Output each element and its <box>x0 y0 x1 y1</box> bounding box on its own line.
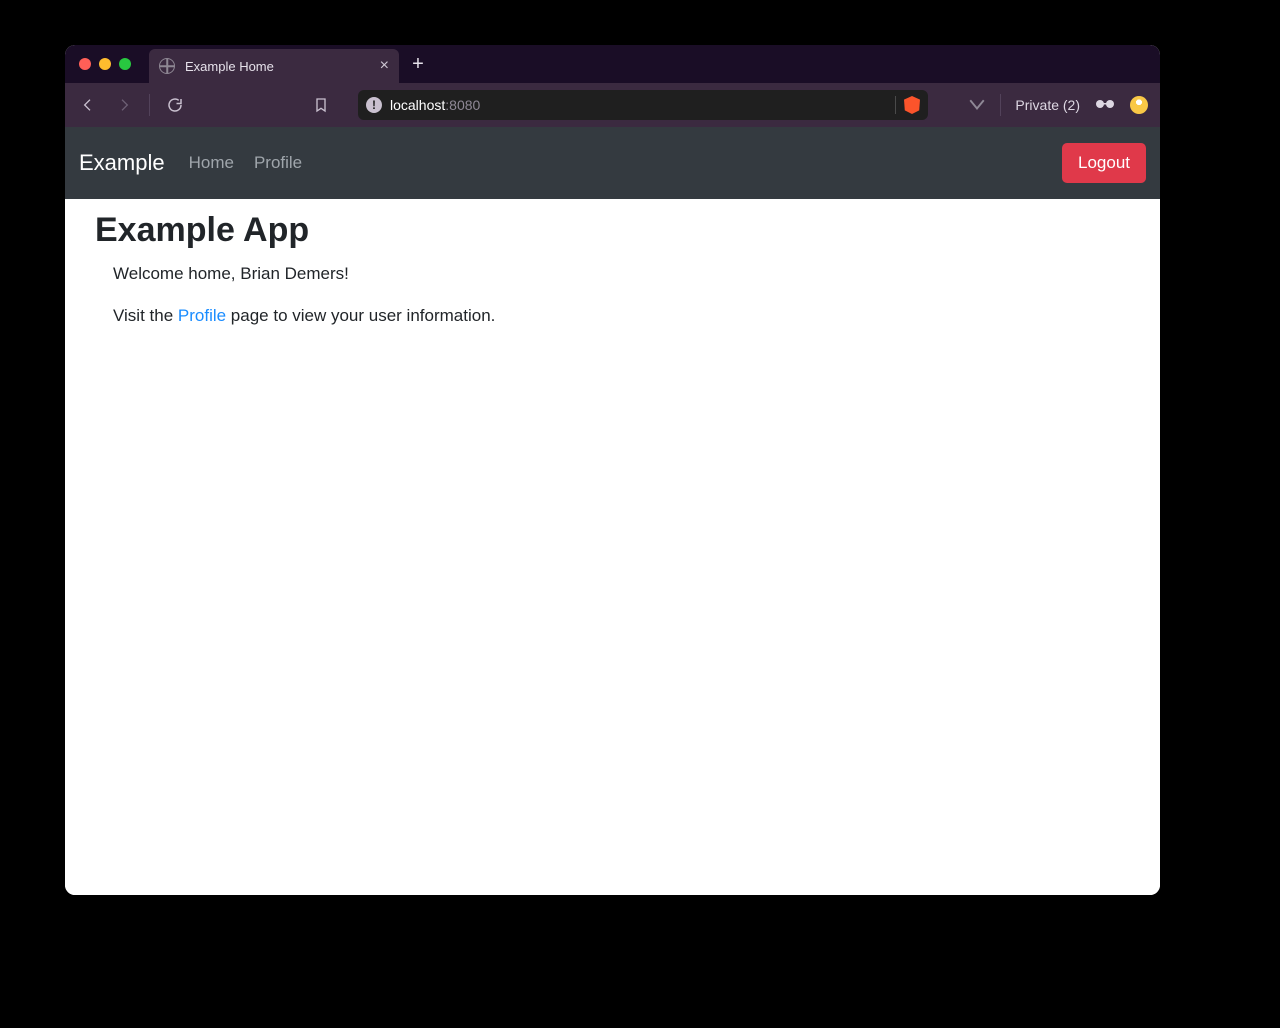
back-button[interactable] <box>77 94 99 116</box>
nav-profile[interactable]: Profile <box>254 153 302 173</box>
tab-strip: Example Home × + <box>65 45 1160 83</box>
page-title: Example App <box>95 211 1130 250</box>
window-controls <box>79 58 131 70</box>
profile-avatar[interactable] <box>1130 96 1148 114</box>
globe-icon <box>159 58 175 74</box>
browser-window: Example Home × + ! localhost:8080 <box>65 45 1160 895</box>
bookmark-button[interactable] <box>310 94 332 116</box>
incognito-icon <box>1094 97 1116 113</box>
brand[interactable]: Example <box>79 150 165 176</box>
maximize-window-button[interactable] <box>119 58 131 70</box>
url-host: localhost:8080 <box>390 97 480 113</box>
vpn-icon[interactable] <box>968 95 986 116</box>
new-tab-button[interactable]: + <box>403 49 433 79</box>
toolbar-divider <box>149 94 150 116</box>
site-info-icon[interactable]: ! <box>366 97 382 113</box>
address-bar[interactable]: ! localhost:8080 <box>358 90 928 120</box>
page-content: Example App Welcome home, Brian Demers! … <box>65 199 1160 895</box>
close-tab-button[interactable]: × <box>380 58 389 74</box>
browser-tab[interactable]: Example Home × <box>149 49 399 83</box>
tab-title: Example Home <box>185 59 370 74</box>
private-window-label: Private (2) <box>1015 97 1080 113</box>
welcome-text: Welcome home, Brian Demers! <box>113 264 1130 284</box>
toolbar-divider <box>1000 94 1001 116</box>
forward-button[interactable] <box>113 94 135 116</box>
logout-button[interactable]: Logout <box>1062 143 1146 183</box>
brave-shields-icon[interactable] <box>904 96 920 114</box>
profile-link[interactable]: Profile <box>178 306 226 325</box>
browser-toolbar: ! localhost:8080 Private (2) <box>65 83 1160 127</box>
close-window-button[interactable] <box>79 58 91 70</box>
app-navbar: Example Home Profile Logout <box>65 127 1160 199</box>
minimize-window-button[interactable] <box>99 58 111 70</box>
profile-prompt: Visit the Profile page to view your user… <box>113 306 1130 326</box>
addressbar-divider <box>895 96 896 114</box>
nav-home[interactable]: Home <box>189 153 234 173</box>
toolbar-right: Private (2) <box>968 94 1148 116</box>
reload-button[interactable] <box>164 94 186 116</box>
